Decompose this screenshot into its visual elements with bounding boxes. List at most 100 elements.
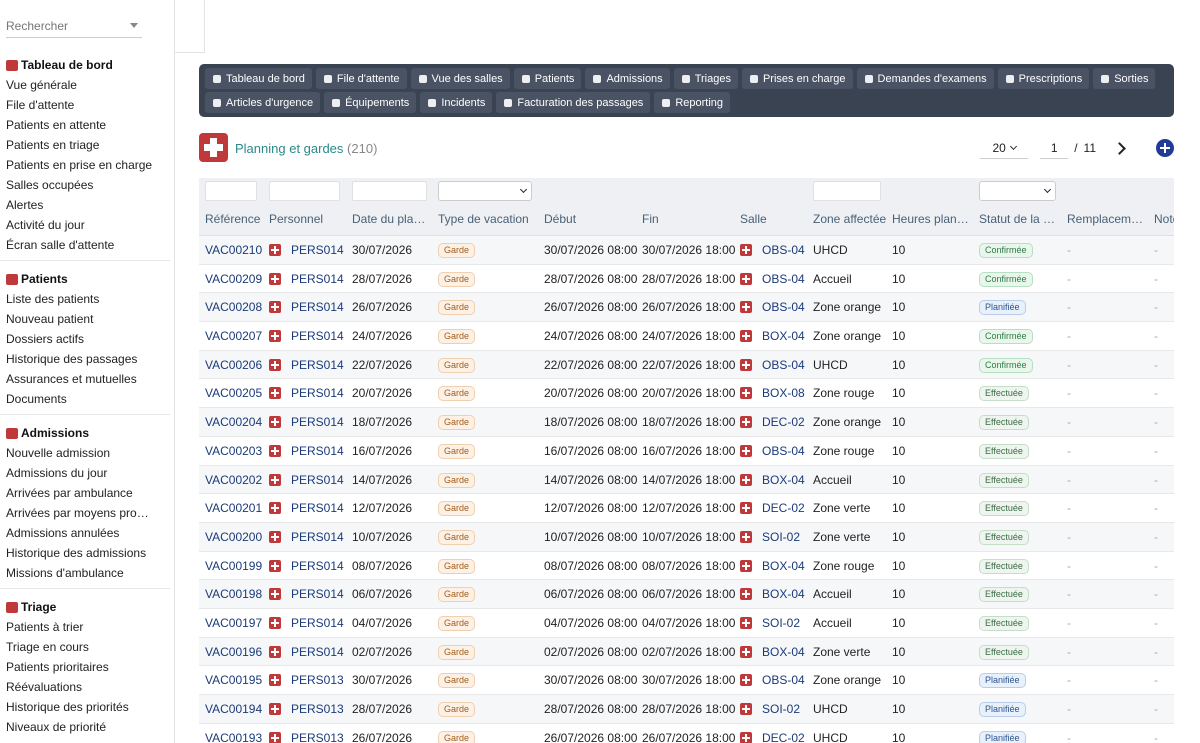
nav-button[interactable]: Articles d'urgence [205,92,321,113]
salle-link[interactable]: BOX-04 [762,645,805,659]
sidebar-search[interactable] [6,14,142,38]
salle-link[interactable]: DEC-02 [762,501,805,515]
personnel-link[interactable]: PERS013 [291,731,344,743]
nav-button[interactable]: Tableau de bord [205,68,312,89]
column-header[interactable]: Statut de la v… [979,204,1061,236]
nav-button[interactable]: Triages [673,68,738,89]
salle-link[interactable]: BOX-04 [762,473,805,487]
reference-link[interactable]: VAC00194 [205,702,262,716]
sidebar-item[interactable]: Arrivées par ambulance [0,483,165,503]
column-header[interactable]: Note [1154,204,1174,236]
reference-link[interactable]: VAC00204 [205,415,262,429]
sidebar-item[interactable]: Historique des passages [0,349,165,369]
page-size-select[interactable]: 20 [980,137,1029,159]
sidebar-item[interactable]: Arrivées par moyens pro… [0,503,165,523]
nav-button[interactable]: Sorties [1093,68,1156,89]
sidebar-item[interactable]: File d'attente [0,95,165,115]
filter-personnel[interactable] [269,181,340,201]
column-header[interactable]: Salle [740,204,810,236]
salle-link[interactable]: SOI-02 [762,530,800,544]
reference-link[interactable]: VAC00197 [205,616,262,630]
personnel-link[interactable]: PERS014 [291,300,344,314]
sidebar-item[interactable]: Patients à trier [0,617,165,637]
filter-zone[interactable] [813,181,881,201]
salle-link[interactable]: OBS-04 [762,358,805,372]
salle-link[interactable]: OBS-04 [762,673,805,687]
sidebar-item[interactable]: Patients en prise en charge [0,155,165,175]
column-header[interactable]: Zone affectée [813,204,888,236]
search-input[interactable] [6,14,126,38]
personnel-link[interactable]: PERS014 [291,358,344,372]
nav-button[interactable]: Vue des salles [410,68,510,89]
sidebar-item[interactable]: Documents [0,389,165,409]
page-number-input[interactable]: 1 [1040,137,1069,159]
reference-link[interactable]: VAC00201 [205,501,262,515]
sidebar-heading[interactable]: Admissions [0,423,170,443]
reference-link[interactable]: VAC00202 [205,473,262,487]
salle-link[interactable]: OBS-04 [762,444,805,458]
reference-link[interactable]: VAC00198 [205,587,262,601]
reference-link[interactable]: VAC00206 [205,358,262,372]
sidebar-item[interactable]: Assurances et mutuelles [0,369,165,389]
salle-link[interactable]: BOX-08 [762,386,805,400]
salle-link[interactable]: OBS-04 [762,300,805,314]
sidebar-item[interactable]: Patients en triage [0,135,165,155]
personnel-link[interactable]: PERS014 [291,501,344,515]
reference-link[interactable]: VAC00208 [205,300,262,314]
sidebar-item[interactable]: Alertes [0,195,165,215]
reference-link[interactable]: VAC00205 [205,386,262,400]
salle-link[interactable]: DEC-02 [762,415,805,429]
sidebar-item[interactable]: Missions d'ambulance [0,563,165,583]
sidebar-item[interactable]: Niveaux de priorité [0,717,165,737]
sidebar-item[interactable]: Dossiers actifs [0,329,165,349]
sidebar-item[interactable]: Patients prioritaires [0,657,165,677]
sidebar-item[interactable]: Réévaluations [0,677,165,697]
nav-button[interactable]: Prescriptions [997,68,1090,89]
nav-button[interactable]: Incidents [420,92,493,113]
column-header[interactable]: Référence [205,204,265,236]
reference-link[interactable]: VAC00207 [205,329,262,343]
salle-link[interactable]: SOI-02 [762,616,800,630]
personnel-link[interactable]: PERS014 [291,243,344,257]
sidebar-item[interactable]: Écran salle d'attente [0,235,165,255]
salle-link[interactable]: DEC-02 [762,731,805,743]
chevron-down-icon[interactable] [130,23,138,28]
column-header[interactable]: Heures plani… [892,204,970,236]
personnel-link[interactable]: PERS014 [291,587,344,601]
column-header[interactable]: Fin [642,204,737,236]
column-header[interactable]: Personnel [269,204,347,236]
sidebar-heading[interactable]: Tableau de bord [0,55,170,75]
nav-button[interactable]: Facturation des passages [496,92,651,113]
column-header[interactable]: Date du plan… [352,204,432,236]
sidebar-item[interactable]: Nouveau patient [0,309,165,329]
sidebar-heading[interactable]: Triage [0,597,170,617]
sidebar-item[interactable]: Activité du jour [0,215,165,235]
salle-link[interactable]: SOI-02 [762,702,800,716]
personnel-link[interactable]: PERS014 [291,329,344,343]
personnel-link[interactable]: PERS014 [291,272,344,286]
nav-button[interactable]: Demandes d'examens [856,68,994,89]
personnel-link[interactable]: PERS014 [291,616,344,630]
nav-button[interactable]: Admissions [585,68,670,89]
sidebar-item[interactable]: Liste des patients [0,289,165,309]
personnel-link[interactable]: PERS014 [291,473,344,487]
personnel-link[interactable]: PERS013 [291,702,344,716]
filter-type-select[interactable] [438,181,532,201]
column-header[interactable]: Remplacem… [1067,204,1145,236]
sidebar-item[interactable]: Admissions du jour [0,463,165,483]
personnel-link[interactable]: PERS014 [291,530,344,544]
personnel-link[interactable]: PERS014 [291,645,344,659]
salle-link[interactable]: BOX-04 [762,559,805,573]
reference-link[interactable]: VAC00196 [205,645,262,659]
reference-link[interactable]: VAC00200 [205,530,262,544]
personnel-link[interactable]: PERS014 [291,444,344,458]
sidebar-item[interactable]: Triage en cours [0,637,165,657]
nav-button[interactable]: Patients [513,68,582,89]
reference-link[interactable]: VAC00193 [205,731,262,743]
personnel-link[interactable]: PERS013 [291,673,344,687]
salle-link[interactable]: BOX-04 [762,329,805,343]
personnel-link[interactable]: PERS014 [291,386,344,400]
nav-button[interactable]: Prises en charge [741,68,853,89]
sidebar-item[interactable]: Nouvelle admission [0,443,165,463]
add-record-button[interactable] [1156,139,1174,157]
